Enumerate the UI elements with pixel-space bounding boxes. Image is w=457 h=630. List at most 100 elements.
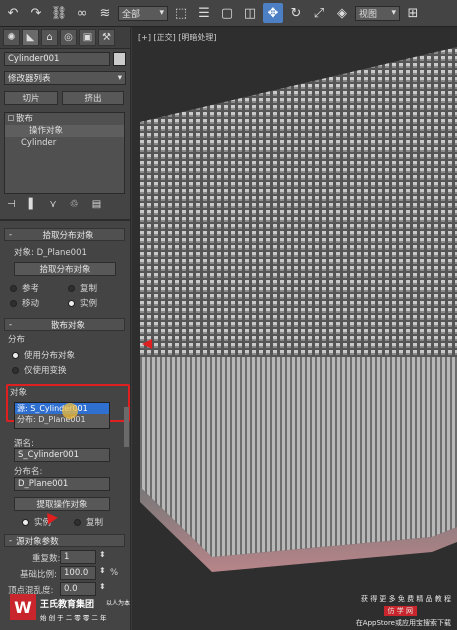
wangshi-logo: W [10, 594, 36, 620]
pick-distribution-button[interactable]: 拾取分布对象 [14, 262, 116, 276]
cylinder-array-render [140, 47, 457, 572]
watermark-right-line1: 获 得 更 多 免 费 精 品 教 程 [360, 595, 451, 603]
radio-reference[interactable]: 参考 [10, 282, 39, 294]
modifier-list-dropdown[interactable]: 修改器列表 ▾ [4, 71, 126, 85]
watermark-subtitle: 始 创 于 二 零 零 二 年 [40, 614, 107, 622]
radio-transforms-only-label: 仅使用变换 [24, 366, 67, 376]
rotate-icon[interactable]: ↻ [286, 3, 306, 23]
window-crossing-icon[interactable]: ◫ [240, 3, 260, 23]
radio-move[interactable]: 移动 [10, 297, 39, 309]
radio-extract-copy[interactable]: 复制 [74, 516, 103, 528]
radio-dot [68, 284, 75, 292]
cylinder-tops [140, 47, 457, 357]
divider [0, 219, 131, 221]
radio-dot [12, 366, 19, 374]
view-dropdown-value: 视图 [359, 9, 378, 20]
base-scale-label: 基础比例: [20, 570, 57, 580]
undo-icon[interactable]: ↶ [3, 3, 23, 23]
radio-use-distribution[interactable]: 使用分布对象 [12, 349, 75, 361]
scale-icon[interactable]: ⤢ [309, 3, 329, 23]
radio-dot-selected [22, 518, 29, 526]
modifier-list-label: 修改器列表 [8, 74, 51, 84]
unlink-icon[interactable]: ∞ [72, 3, 92, 23]
rect-region-icon[interactable]: ▢ [217, 3, 237, 23]
pick-distribution-rollout-header[interactable]: - 拾取分布对象 [4, 228, 125, 241]
spinner-icon[interactable]: ⬍ [99, 582, 106, 591]
extrude-button[interactable]: 挤出 [62, 91, 124, 105]
remove-modifier-icon[interactable]: ♲ [70, 199, 79, 213]
objects-list[interactable]: 源: S_Cylinder001 分布: D_Plane001 [14, 402, 110, 429]
show-end-result-icon[interactable]: ▌ [29, 199, 37, 213]
cursor-indicator [62, 403, 78, 419]
chevron-down-icon: ▾ [391, 8, 396, 18]
configure-sets-icon[interactable]: ▤ [92, 199, 101, 213]
radio-reference-label: 参考 [22, 284, 40, 294]
watermark-right-line2: 仿 学 网 [383, 606, 417, 616]
distribution-name-field[interactable]: D_Plane001 [14, 477, 110, 491]
radio-dot [10, 299, 17, 307]
duplicates-label: 重复数: [32, 554, 61, 564]
utilities-tab-icon[interactable]: ⚒ [98, 29, 115, 46]
radio-dot [10, 284, 17, 292]
snap-icon[interactable]: ◈ [332, 3, 352, 23]
pick-distribution-title: 拾取分布对象 [42, 230, 94, 241]
vertex-chaos-field[interactable]: 0.0 [60, 582, 96, 596]
scatter-objects-title: 散布对象 [51, 320, 86, 331]
scatter-objects-rollout-header[interactable]: - 散布对象 [4, 318, 125, 331]
source-params-rollout-header[interactable]: - 源对象参数 [4, 534, 125, 547]
expand-box-icon[interactable] [8, 115, 14, 121]
stack-item-cylinder[interactable]: Cylinder [5, 137, 124, 149]
slice-button[interactable]: 切片 [4, 91, 58, 105]
stack-item-scatter-label: 散布 [16, 114, 34, 124]
radio-copy[interactable]: 复制 [68, 282, 97, 294]
cylinder-sides [140, 357, 457, 557]
stack-controls: ⊣ ▌ ⋎ ♲ ▤ [4, 199, 125, 213]
stack-item-operand[interactable]: 操作对象 [5, 125, 124, 137]
radio-extract-copy-label: 复制 [86, 518, 104, 528]
bind-space-warp-icon[interactable]: ≋ [95, 3, 115, 23]
source-name-field[interactable]: S_Cylinder001 [14, 448, 110, 462]
display-tab-icon[interactable]: ▣ [79, 29, 96, 46]
command-panel: ✺ ◣ ⌂ ◎ ▣ ⚒ Cylinder001 修改器列表 ▾ 切片 挤出 散布… [0, 27, 131, 630]
select-by-name-icon[interactable]: ☰ [194, 3, 214, 23]
radio-move-label: 移动 [22, 299, 40, 309]
select-icon[interactable]: ⬚ [171, 3, 191, 23]
modifier-stack: 散布 操作对象 Cylinder [4, 112, 125, 194]
motion-tab-icon[interactable]: ◎ [60, 29, 77, 46]
selection-filter-value: 全部 [122, 9, 141, 20]
link-icon[interactable]: ⛓ [49, 3, 69, 23]
redo-icon[interactable]: ↷ [26, 3, 46, 23]
spinner-icon[interactable]: ⬍ [99, 566, 106, 575]
main-toolbar: ↶ ↷ ⛓ ∞ ≋ 全部 ▾ ⬚ ☰ ▢ ◫ ✥ ↻ ⤢ ◈ 视图 ▾ ⊞ [0, 0, 457, 27]
extract-operand-button[interactable]: 提取操作对象 [14, 497, 110, 511]
objects-list-item-distribution[interactable]: 分布: D_Plane001 [15, 414, 109, 425]
base-scale-unit: % [110, 568, 119, 578]
pin-stack-icon[interactable]: ⊣ [7, 199, 16, 213]
radio-dot-selected [68, 299, 75, 307]
radio-instance[interactable]: 实例 [68, 297, 97, 309]
object-name-field[interactable]: Cylinder001 [4, 52, 110, 66]
modify-tab-icon[interactable]: ◣ [22, 29, 39, 46]
hierarchy-tab-icon[interactable]: ⌂ [41, 29, 58, 46]
distribution-name-label: 分布名: [14, 467, 43, 477]
pivot-icon[interactable]: ⊞ [403, 3, 423, 23]
base-scale-field[interactable]: 100.0 [60, 566, 96, 580]
perspective-viewport[interactable]: [+] [正交] [明暗处理] 获 得 更 多 免 费 精 品 教 程 仿 学 … [132, 27, 457, 630]
radio-transforms-only[interactable]: 仅使用变换 [12, 364, 67, 376]
source-params-title: 源对象参数 [16, 536, 59, 547]
command-panel-tabs: ✺ ◣ ⌂ ◎ ▣ ⚒ [0, 27, 130, 49]
create-tab-icon[interactable]: ✺ [3, 29, 20, 46]
make-unique-icon[interactable]: ⋎ [49, 199, 56, 213]
spinner-icon[interactable]: ⬍ [99, 550, 106, 559]
selection-filter-dropdown[interactable]: 全部 ▾ [118, 5, 168, 21]
panel-scrollbar[interactable] [124, 407, 129, 447]
duplicates-field[interactable]: 1 [60, 550, 96, 564]
object-color-swatch[interactable] [113, 52, 126, 66]
pick-object-label: 对象: D_Plane001 [14, 248, 87, 258]
stack-item-scatter[interactable]: 散布 [5, 113, 124, 125]
chevron-down-icon: ▾ [117, 73, 122, 83]
view-dropdown[interactable]: 视图 ▾ [355, 5, 400, 21]
radio-dot-selected [12, 351, 19, 359]
watermark-right-line3: 在AppStore或应用宝搜索下载 [355, 619, 451, 627]
move-icon[interactable]: ✥ [263, 3, 283, 23]
